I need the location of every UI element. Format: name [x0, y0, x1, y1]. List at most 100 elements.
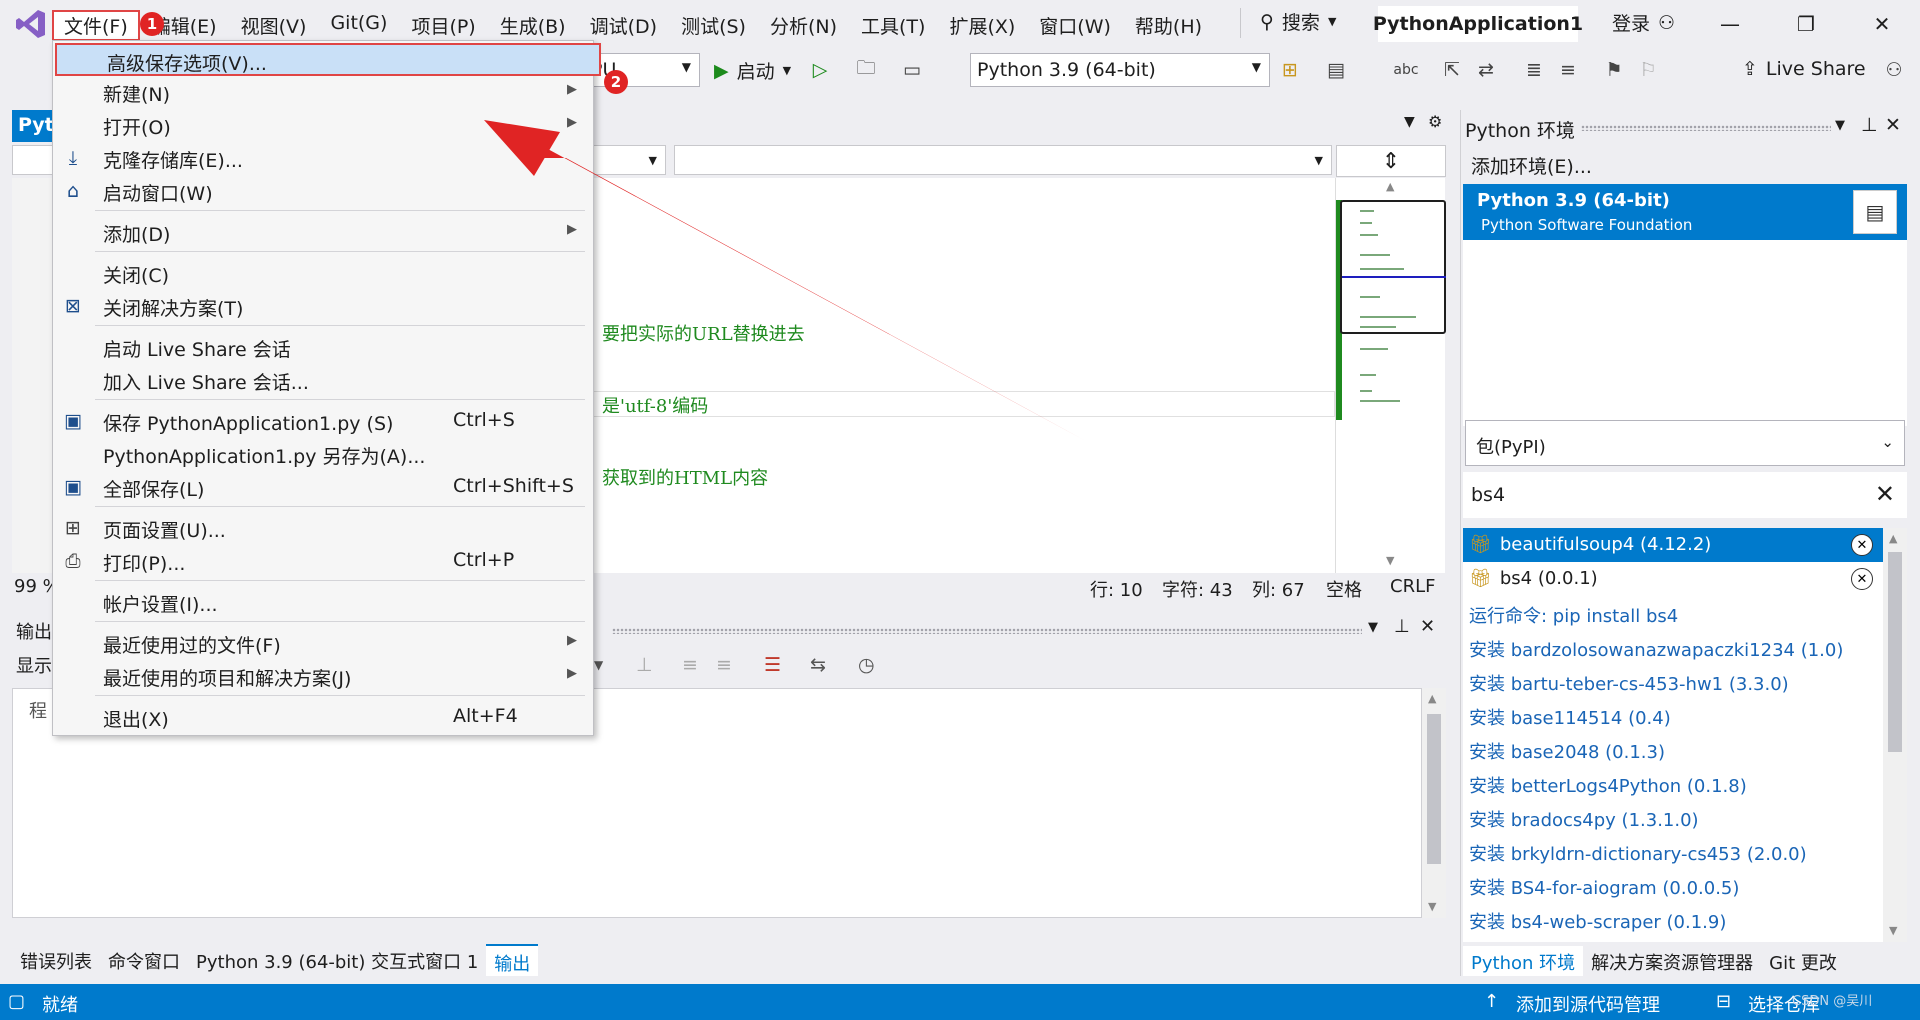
compare-icon[interactable]: ⇄ — [1472, 56, 1500, 84]
layout-icon[interactable]: ▤ — [1322, 56, 1350, 84]
menu-item-recent-projects[interactable]: 最近使用的项目和解决方案(J) ▶ — [53, 660, 593, 693]
next-message-icon[interactable]: ≡ — [716, 654, 732, 676]
menu-item-page-setup[interactable]: ⊞ 页面设置(U)... — [53, 512, 593, 545]
menu-item-save-all[interactable]: ▣ 全部保存(L) Ctrl+Shift+S — [53, 471, 593, 504]
uninstall-icon[interactable]: ✕ — [1851, 534, 1873, 556]
scroll-up-icon[interactable]: ▲ — [1386, 180, 1394, 193]
find-message-icon[interactable]: ⊥ — [636, 654, 653, 676]
menu-item-save[interactable]: ▣ 保存 PythonApplication1.py (S) Ctrl+S — [53, 405, 593, 438]
eol-indicator[interactable]: CRLF — [1390, 576, 1435, 597]
menu-window[interactable]: 窗口(W) — [1027, 10, 1123, 41]
bookmark-icon[interactable]: ⚑ — [1600, 56, 1628, 84]
spellcheck-icon[interactable]: abc — [1392, 56, 1420, 84]
menu-item-start-window[interactable]: ⌂ 启动窗口(W) — [53, 175, 593, 208]
chevron-down-icon[interactable]: ▼ — [1368, 620, 1378, 635]
menu-item-start-liveshare[interactable]: 启动 Live Share 会话 — [53, 331, 593, 364]
chevron-down-icon[interactable]: ▼ — [1835, 118, 1845, 133]
vs-logo-icon[interactable] — [14, 7, 48, 41]
tab-output[interactable]: 输出 — [486, 944, 539, 976]
pin-icon[interactable]: ⊥ — [1861, 114, 1878, 136]
install-package-link[interactable]: 安装 base2048 (0.1.3) — [1463, 732, 1883, 766]
clear-search-icon[interactable]: ✕ — [1875, 480, 1895, 508]
pin-icon[interactable]: ⊥ — [1394, 616, 1410, 637]
tab-command-window[interactable]: 命令窗口 — [100, 944, 188, 976]
output-scroll-thumb[interactable] — [1427, 714, 1441, 864]
tab-interactive-window[interactable]: Python 3.9 (64-bit) 交互式窗口 1 — [188, 944, 486, 976]
outdent-icon[interactable]: ≡ — [1554, 56, 1582, 84]
menu-item-save-as[interactable]: PythonApplication1.py 另存为(A)... — [53, 438, 593, 471]
feedback-icon[interactable]: ⚇ — [1880, 56, 1908, 84]
clear-all-icon[interactable]: ☰ — [764, 654, 781, 676]
menu-item-exit[interactable]: 退出(X) Alt+F4 — [53, 701, 593, 734]
package-icon[interactable]: ⊞ — [1276, 56, 1304, 84]
chevron-down-icon[interactable]: ▼ — [1404, 114, 1415, 130]
minimap-viewport[interactable] — [1340, 200, 1446, 334]
word-wrap-icon[interactable]: ⇆ — [810, 654, 826, 676]
installed-package-row[interactable]: 🎁︎ bs4 (0.0.1) ✕ — [1463, 562, 1883, 596]
member-combo[interactable]: ▼ — [674, 145, 1332, 175]
environment-overview-icon[interactable]: ▤ — [1853, 190, 1897, 234]
document-tab[interactable]: Pyth — [12, 110, 56, 142]
install-package-link[interactable]: 安装 base114514 (0.4) — [1463, 698, 1883, 732]
gear-icon[interactable]: ⚙ — [1428, 112, 1442, 131]
menu-item-account-settings[interactable]: 帐户设置(I)... — [53, 586, 593, 619]
login-button[interactable]: 登录 ⚇ — [1612, 9, 1675, 36]
installed-package-row[interactable]: 🎁︎ beautifulsoup4 (4.12.2) ✕ — [1463, 528, 1883, 562]
bookmark-next-icon[interactable]: ⚐ — [1634, 56, 1662, 84]
menu-item-add[interactable]: 添加(D) ▶ — [53, 216, 593, 249]
tab-error-list[interactable]: 错误列表 — [12, 944, 100, 976]
start-button[interactable]: ▶ 启动 ▼ — [714, 57, 791, 84]
uninstall-icon[interactable]: ✕ — [1851, 568, 1873, 590]
interpreter-combo[interactable]: Python 3.9 (64-bit) ▼ — [970, 53, 1270, 87]
menu-item-close[interactable]: 关闭(C) — [53, 257, 593, 290]
minimize-button[interactable]: — — [1692, 0, 1768, 48]
scroll-up-icon[interactable]: ▲ — [1428, 692, 1436, 705]
menu-git[interactable]: Git(G) — [318, 10, 399, 41]
close-icon[interactable]: ✕ — [1420, 616, 1435, 637]
environment-item-selected[interactable]: Python 3.9 (64-bit) Python Software Foun… — [1463, 184, 1907, 240]
package-search-input[interactable]: bs4 ✕ — [1463, 472, 1907, 518]
install-package-link[interactable]: 安装 BS4-for-aiogram (0.0.0.5) — [1463, 868, 1883, 902]
install-package-link[interactable]: 安装 bartu-teber-cs-453-hw1 (3.3.0) — [1463, 664, 1883, 698]
close-icon[interactable]: ✕ — [1885, 114, 1901, 136]
panel-drag-grip[interactable] — [1581, 125, 1831, 131]
menu-file[interactable]: 文件(F) — [52, 10, 140, 41]
chevron-down-icon[interactable]: ▼ — [594, 658, 603, 672]
indent-indicator[interactable]: 空格 — [1326, 576, 1362, 602]
add-to-source-control[interactable]: 添加到源代码管理 — [1516, 991, 1660, 1017]
scroll-down-icon[interactable]: ▼ — [1386, 554, 1394, 567]
folder-search-icon[interactable]: 🗀 — [852, 56, 880, 84]
search-button[interactable]: ⚲ 搜索 ▼ — [1260, 8, 1336, 35]
install-package-link[interactable]: 安装 bardzolosowanazwapaczki1234 (1.0) — [1463, 630, 1883, 664]
prev-message-icon[interactable]: ≡ — [682, 654, 698, 676]
indent-icon[interactable]: ≣ — [1520, 56, 1548, 84]
install-package-link[interactable]: 安装 brkyldrn-dictionary-cs453 (2.0.0) — [1463, 834, 1883, 868]
menu-item-close-solution[interactable]: ⊠ 关闭解决方案(T) — [53, 290, 593, 323]
restore-button[interactable]: ❐ — [1768, 0, 1844, 48]
menu-analyze[interactable]: 分析(N) — [758, 10, 849, 41]
menu-project[interactable]: 项目(P) — [399, 10, 487, 41]
menu-build[interactable]: 生成(B) — [488, 10, 578, 41]
split-editor-button[interactable]: ⇕ — [1336, 145, 1446, 177]
scroll-down-icon[interactable]: ▼ — [1889, 924, 1897, 937]
install-package-link[interactable]: 安装 bs4-web-scraper (0.1.9) — [1463, 902, 1883, 936]
menu-item-join-liveshare[interactable]: 加入 Live Share 会话... — [53, 364, 593, 397]
menu-item-new[interactable]: 新建(N) ▶ — [53, 76, 593, 109]
menu-item-recent-files[interactable]: 最近使用过的文件(F) ▶ — [53, 627, 593, 660]
package-scroll-thumb[interactable] — [1888, 552, 1902, 752]
run-command-link[interactable]: 运行命令: pip install bs4 — [1463, 596, 1883, 630]
panel-drag-grip[interactable] — [612, 628, 1362, 634]
clock-icon[interactable]: ◷ — [858, 654, 875, 676]
menu-view[interactable]: 视图(V) — [229, 10, 319, 41]
start-without-debug-icon[interactable]: ▷ — [806, 56, 834, 84]
menu-item-print[interactable]: ⎙ 打印(P)... Ctrl+P — [53, 545, 593, 578]
liveshare-button[interactable]: ⇪ Live Share — [1742, 58, 1866, 80]
menu-item-advanced-save[interactable]: 高级保存选项(V)... — [55, 43, 601, 76]
menu-tools[interactable]: 工具(T) — [849, 10, 937, 41]
menu-extensions[interactable]: 扩展(X) — [937, 10, 1027, 41]
menu-test[interactable]: 测试(S) — [669, 10, 758, 41]
tab-solution-explorer[interactable]: 解决方案资源管理器 — [1583, 946, 1761, 976]
close-window-button[interactable]: ✕ — [1844, 0, 1920, 48]
tab-git-changes[interactable]: Git 更改 — [1761, 946, 1845, 976]
install-package-link[interactable]: 安装 betterLogs4Python (0.1.8) — [1463, 766, 1883, 800]
